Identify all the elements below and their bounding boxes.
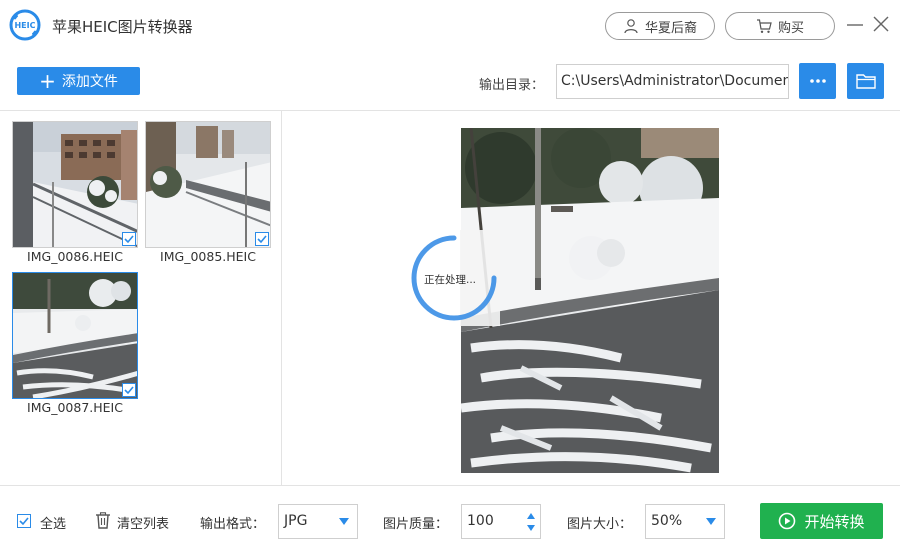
- file-name: IMG_0087.HEIC: [27, 400, 123, 415]
- output-format-select[interactable]: JPG: [278, 504, 358, 539]
- image-size-select[interactable]: 50%: [645, 504, 725, 539]
- trash-icon[interactable]: [95, 512, 111, 529]
- quality-value: 100: [467, 513, 494, 529]
- add-file-label: 添加文件: [61, 74, 118, 90]
- processing-status: 正在处理...: [424, 274, 477, 286]
- open-folder-button[interactable]: [847, 63, 884, 99]
- file-name: IMG_0085.HEIC: [160, 249, 256, 264]
- user-icon: [624, 19, 638, 34]
- app-window: HEIC 苹果HEIC图片转换器 华夏后裔 购买 + 添加文件 输出目录： C:…: [0, 0, 900, 556]
- output-dir-label: 输出目录：: [479, 78, 545, 93]
- increment-arrow-icon[interactable]: [527, 513, 535, 519]
- toolbar: + 添加文件 输出目录： C:\Users\Administrator\Docu…: [0, 52, 900, 110]
- more-dots-icon: [809, 79, 826, 83]
- select-all-checkbox[interactable]: [17, 514, 31, 528]
- output-dir-field[interactable]: C:\Users\Administrator\Documents: [556, 64, 789, 99]
- start-convert-label: 开始转换: [804, 512, 865, 531]
- clear-list-button[interactable]: 清空列表: [117, 513, 169, 532]
- app-title: 苹果HEIC图片转换器: [52, 18, 193, 36]
- output-format-label: 输出格式：: [200, 517, 266, 532]
- play-circle-icon: [779, 512, 796, 530]
- quality-stepper[interactable]: 100: [461, 504, 541, 539]
- file-thumbnail: [12, 272, 138, 399]
- heic-logo-icon: HEIC: [9, 9, 41, 41]
- account-label: 华夏后裔: [644, 20, 697, 36]
- file-item[interactable]: IMG_0085.HEIC: [145, 121, 271, 264]
- bottom-bar: 全选 清空列表 输出格式： JPG 图片质量： 100 图片大小： 50% 开始…: [0, 485, 900, 556]
- file-name: IMG_0086.HEIC: [27, 249, 123, 264]
- select-all-label[interactable]: 全选: [40, 513, 66, 532]
- quality-label: 图片质量：: [383, 517, 449, 532]
- file-thumbnail: [12, 121, 138, 248]
- folder-icon: [855, 74, 876, 89]
- cart-icon: [756, 19, 772, 33]
- logo-text: HEIC: [14, 21, 35, 30]
- decrement-arrow-icon[interactable]: [527, 525, 535, 531]
- browse-more-button[interactable]: [799, 63, 836, 99]
- plus-icon: +: [39, 69, 56, 93]
- start-convert-button[interactable]: 开始转换: [760, 503, 883, 539]
- image-size-label: 图片大小：: [567, 517, 633, 532]
- add-file-button[interactable]: + 添加文件: [17, 67, 140, 95]
- image-size-value: 50%: [651, 513, 683, 529]
- output-format-value: JPG: [284, 513, 308, 529]
- close-icon[interactable]: [871, 14, 891, 34]
- title-bar: HEIC 苹果HEIC图片转换器 华夏后裔 购买: [0, 0, 900, 52]
- checkmark-icon[interactable]: [122, 232, 136, 246]
- file-list-panel: IMG_0086.HEIC IMG_0085.HEIC IMG_0087.HEI…: [0, 111, 282, 485]
- dropdown-caret-icon: [339, 518, 349, 525]
- file-thumbnail: [145, 121, 271, 248]
- buy-button[interactable]: 购买: [725, 12, 835, 40]
- checkmark-icon[interactable]: [122, 383, 136, 397]
- checkmark-icon[interactable]: [255, 232, 269, 246]
- file-item[interactable]: IMG_0086.HEIC: [12, 121, 138, 264]
- file-item[interactable]: IMG_0087.HEIC: [12, 272, 138, 415]
- minimize-icon[interactable]: [845, 14, 865, 34]
- buy-label: 购买: [777, 20, 804, 36]
- account-button[interactable]: 华夏后裔: [605, 12, 715, 40]
- dropdown-caret-icon: [706, 518, 716, 525]
